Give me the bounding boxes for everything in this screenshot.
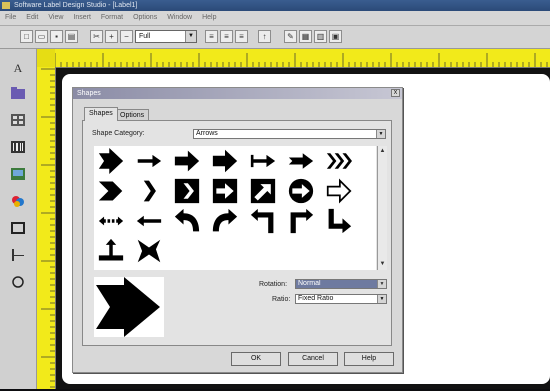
arrow-up-base-icon[interactable] <box>98 238 124 261</box>
rotation-select[interactable]: Normal ▼ <box>295 279 387 289</box>
barcode-tool-icon[interactable] <box>9 140 27 158</box>
arrow-elbow-left-icon[interactable] <box>250 208 274 234</box>
tab-shapes[interactable]: Shapes <box>84 107 118 121</box>
arrow-double-dashed-icon[interactable] <box>98 216 124 226</box>
scroll-up-icon[interactable]: ▲ <box>378 147 387 156</box>
chevron-box-icon[interactable] <box>174 178 200 204</box>
properties-icon[interactable]: ▣ <box>329 30 342 43</box>
table-tool-icon[interactable] <box>9 113 27 131</box>
menu-window[interactable]: Window <box>162 11 197 25</box>
application-window: Software Label Design Studio - [Label1] … <box>0 0 550 389</box>
rectangle-tool-icon[interactable] <box>9 221 27 239</box>
text-tool-icon[interactable]: A <box>9 59 27 77</box>
chevron-right-icon[interactable] <box>98 181 123 201</box>
database-icon[interactable]: ▦ <box>299 30 312 43</box>
barcode-icon[interactable]: ▥ <box>314 30 327 43</box>
ruler-corner <box>37 49 55 67</box>
pointer-icon[interactable]: ↑ <box>258 30 271 43</box>
chevron-down-icon[interactable]: ▼ <box>185 31 196 42</box>
new-icon[interactable]: □ <box>20 30 33 43</box>
rotation-value: Normal <box>298 280 321 287</box>
gallery-scrollbar[interactable]: ▲ ▼ <box>377 146 387 270</box>
chevron-down-icon[interactable]: ▼ <box>377 280 386 288</box>
arrow-double-chevron-icon[interactable] <box>326 153 352 169</box>
print-icon[interactable]: ▤ <box>65 30 78 43</box>
arrow-circle-right-icon[interactable] <box>288 178 314 204</box>
ratio-select[interactable]: Fixed Ratio ▼ <box>295 294 387 304</box>
vertical-ruler <box>37 67 56 389</box>
arrow-right-chevron-icon[interactable] <box>98 148 124 174</box>
folder-tool-icon[interactable] <box>9 86 27 104</box>
arrow-outline-right-icon[interactable] <box>326 179 352 203</box>
picture-tool-icon[interactable] <box>9 167 27 185</box>
cancel-button[interactable]: Cancel <box>288 352 338 366</box>
shape-gallery-svg <box>98 148 352 263</box>
menu-options[interactable]: Options <box>128 11 162 25</box>
horizontal-ruler <box>37 49 550 68</box>
arrow-right-bold-icon[interactable] <box>212 149 238 173</box>
shape-category-select[interactable]: Arrows ▼ <box>193 129 386 139</box>
menu-file[interactable]: File <box>0 11 21 25</box>
zoom-value: Full <box>139 33 151 40</box>
chevron-down-icon[interactable]: ▼ <box>376 130 385 138</box>
zoom-out-icon[interactable]: − <box>120 30 133 43</box>
align-left-icon[interactable]: ≡ <box>205 30 218 43</box>
arrow-right-tailed-icon[interactable] <box>250 154 276 168</box>
ratio-value: Fixed Ratio <box>298 295 334 302</box>
zoom-select[interactable]: Full ▼ <box>135 30 197 43</box>
cut-icon[interactable]: ✂ <box>90 30 103 43</box>
menu-view[interactable]: View <box>43 11 68 25</box>
rotation-label: Rotation: <box>259 281 288 288</box>
dialog-title-bar: Shapes x <box>73 88 402 99</box>
arrow-curved-left-icon[interactable] <box>174 208 200 232</box>
close-icon[interactable]: x <box>391 89 400 97</box>
main-toolbar: □ ▭ ▪ ▤ ✂ + − Full ▼ ≡ ≡ ≡ ↑ ✎ ▦ ▥ ▣ <box>0 26 550 49</box>
shape-preview <box>94 277 164 337</box>
arrow-right-icon[interactable] <box>174 150 200 172</box>
open-icon[interactable]: ▭ <box>35 30 48 43</box>
shape-category-value: Arrows <box>196 130 218 137</box>
align-right-icon[interactable]: ≡ <box>235 30 248 43</box>
left-tool-palette: A <box>0 49 37 389</box>
menu-insert[interactable]: Insert <box>68 11 96 25</box>
window-title: Software Label Design Studio - [Label1] <box>14 2 138 9</box>
arrow-left-thin-icon[interactable] <box>136 215 162 227</box>
arrow-box-right-icon[interactable] <box>212 178 238 204</box>
arrow-cross-icon[interactable] <box>137 239 161 263</box>
shape-gallery[interactable] <box>94 146 376 270</box>
menu-format[interactable]: Format <box>96 11 128 25</box>
save-icon[interactable]: ▪ <box>50 30 63 43</box>
shape-category-label: Shape Category: <box>92 130 145 137</box>
arrow-elbow-down-right-icon[interactable] <box>328 208 352 234</box>
preview-arrow-icon <box>96 277 160 337</box>
clipart-tool-icon[interactable] <box>9 194 27 212</box>
dialog-title: Shapes <box>77 90 101 97</box>
arrow-right-thin-icon[interactable] <box>137 154 162 168</box>
pencil-icon[interactable]: ✎ <box>284 30 297 43</box>
scroll-down-icon[interactable]: ▼ <box>378 260 387 269</box>
zoom-in-icon[interactable]: + <box>105 30 118 43</box>
menu-edit[interactable]: Edit <box>21 11 43 25</box>
line-tool-icon[interactable] <box>9 248 27 266</box>
arrow-curved-right-icon[interactable] <box>212 208 238 232</box>
help-button[interactable]: Help <box>344 352 394 366</box>
menu-bar: File Edit View Insert Format Options Window Hel… <box>0 11 550 26</box>
shape-cells <box>98 148 352 263</box>
chevron-down-icon[interactable]: ▼ <box>377 295 386 303</box>
arrow-box-diagonal-icon[interactable] <box>250 178 276 204</box>
window-title-bar: Software Label Design Studio - [Label1] <box>0 0 550 11</box>
ok-button[interactable]: OK <box>231 352 281 366</box>
menu-help[interactable]: Help <box>197 11 221 25</box>
ellipse-tool-icon[interactable] <box>9 275 27 293</box>
ratio-label: Ratio: <box>272 296 291 303</box>
arrow-right-notched-icon[interactable] <box>288 153 314 169</box>
chevron-thin-icon[interactable] <box>143 180 156 202</box>
app-icon <box>2 2 10 9</box>
align-center-icon[interactable]: ≡ <box>220 30 233 43</box>
arrow-elbow-right-icon[interactable] <box>290 208 314 234</box>
